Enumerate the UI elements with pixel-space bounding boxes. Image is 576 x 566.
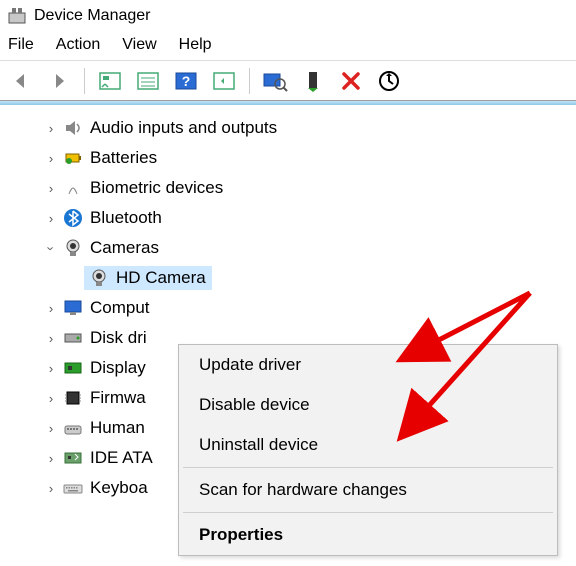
chevron-right-icon[interactable]: › [42, 391, 60, 406]
titlebar: Device Manager [0, 0, 576, 32]
context-disable-device[interactable]: Disable device [179, 385, 557, 425]
chevron-right-icon[interactable]: › [42, 451, 60, 466]
gpu-icon [62, 357, 84, 379]
tree-node-computers[interactable]: › Comput [0, 293, 576, 323]
camera-icon [62, 237, 84, 259]
window-title: Device Manager [34, 7, 151, 25]
chevron-right-icon[interactable]: › [42, 481, 60, 496]
menu-action[interactable]: Action [56, 36, 100, 54]
show-hidden-button[interactable] [93, 66, 127, 96]
battery-icon [62, 147, 84, 169]
tree-node-audio[interactable]: › Audio inputs and outputs [0, 113, 576, 143]
tree-label: IDE ATA [90, 448, 153, 468]
monitor-icon [62, 297, 84, 319]
tree-label: Bluetooth [90, 208, 162, 228]
camera-icon [88, 267, 110, 289]
help-button[interactable]: ? [169, 66, 203, 96]
back-button[interactable] [4, 66, 38, 96]
tree-label: Comput [90, 298, 150, 318]
details-button[interactable] [131, 66, 165, 96]
context-properties[interactable]: Properties [179, 515, 557, 555]
tree-label: Display [90, 358, 146, 378]
controller-icon [62, 447, 84, 469]
tree-node-bluetooth[interactable]: › Bluetooth [0, 203, 576, 233]
svg-text:?: ? [182, 73, 191, 89]
chevron-right-icon[interactable]: › [42, 361, 60, 376]
tree-label: Audio inputs and outputs [90, 118, 277, 138]
tree-label: Firmwa [90, 388, 146, 408]
tree-label: Batteries [90, 148, 157, 168]
context-update-driver[interactable]: Update driver [179, 345, 557, 385]
scan-button[interactable] [207, 66, 241, 96]
chevron-right-icon[interactable]: › [42, 301, 60, 316]
hid-icon [62, 417, 84, 439]
tree-node-cameras[interactable]: › Cameras [0, 233, 576, 263]
chevron-right-icon[interactable]: › [42, 331, 60, 346]
speaker-icon [62, 117, 84, 139]
fingerprint-icon [62, 177, 84, 199]
tree-node-biometric[interactable]: › Biometric devices [0, 173, 576, 203]
toolbar-separator [84, 68, 85, 94]
disable-icon-button[interactable] [372, 66, 406, 96]
context-menu: Update driver Disable device Uninstall d… [178, 344, 558, 556]
forward-button[interactable] [42, 66, 76, 96]
menu-file[interactable]: File [8, 36, 34, 54]
chevron-right-icon[interactable]: › [42, 211, 60, 226]
chevron-down-icon[interactable]: › [44, 239, 59, 257]
disk-icon [62, 327, 84, 349]
tree-node-batteries[interactable]: › Batteries [0, 143, 576, 173]
update-icon-button[interactable] [296, 66, 330, 96]
menu-view[interactable]: View [122, 36, 156, 54]
uninstall-icon-button[interactable] [334, 66, 368, 96]
toolbar-separator [249, 68, 250, 94]
scan-hardware-button[interactable] [258, 66, 292, 96]
tree-node-hd-camera[interactable]: HD Camera [0, 263, 576, 293]
context-separator [183, 512, 553, 513]
device-manager-icon [8, 7, 26, 25]
tree-label: HD Camera [116, 268, 206, 288]
context-separator [183, 467, 553, 468]
bluetooth-icon [62, 207, 84, 229]
chevron-right-icon[interactable]: › [42, 121, 60, 136]
menubar: File Action View Help [0, 32, 576, 61]
context-scan-hardware[interactable]: Scan for hardware changes [179, 470, 557, 510]
tree-label: Keyboa [90, 478, 148, 498]
keyboard-icon [62, 477, 84, 499]
tree-label: Biometric devices [90, 178, 223, 198]
tree-label: Cameras [90, 238, 159, 258]
menu-help[interactable]: Help [179, 36, 212, 54]
chip-icon [62, 387, 84, 409]
chevron-right-icon[interactable]: › [42, 421, 60, 436]
chevron-right-icon[interactable]: › [42, 181, 60, 196]
context-uninstall-device[interactable]: Uninstall device [179, 425, 557, 465]
toolbar: ? [0, 61, 576, 101]
chevron-right-icon[interactable]: › [42, 151, 60, 166]
tree-label: Disk dri [90, 328, 147, 348]
tree-label: Human [90, 418, 145, 438]
